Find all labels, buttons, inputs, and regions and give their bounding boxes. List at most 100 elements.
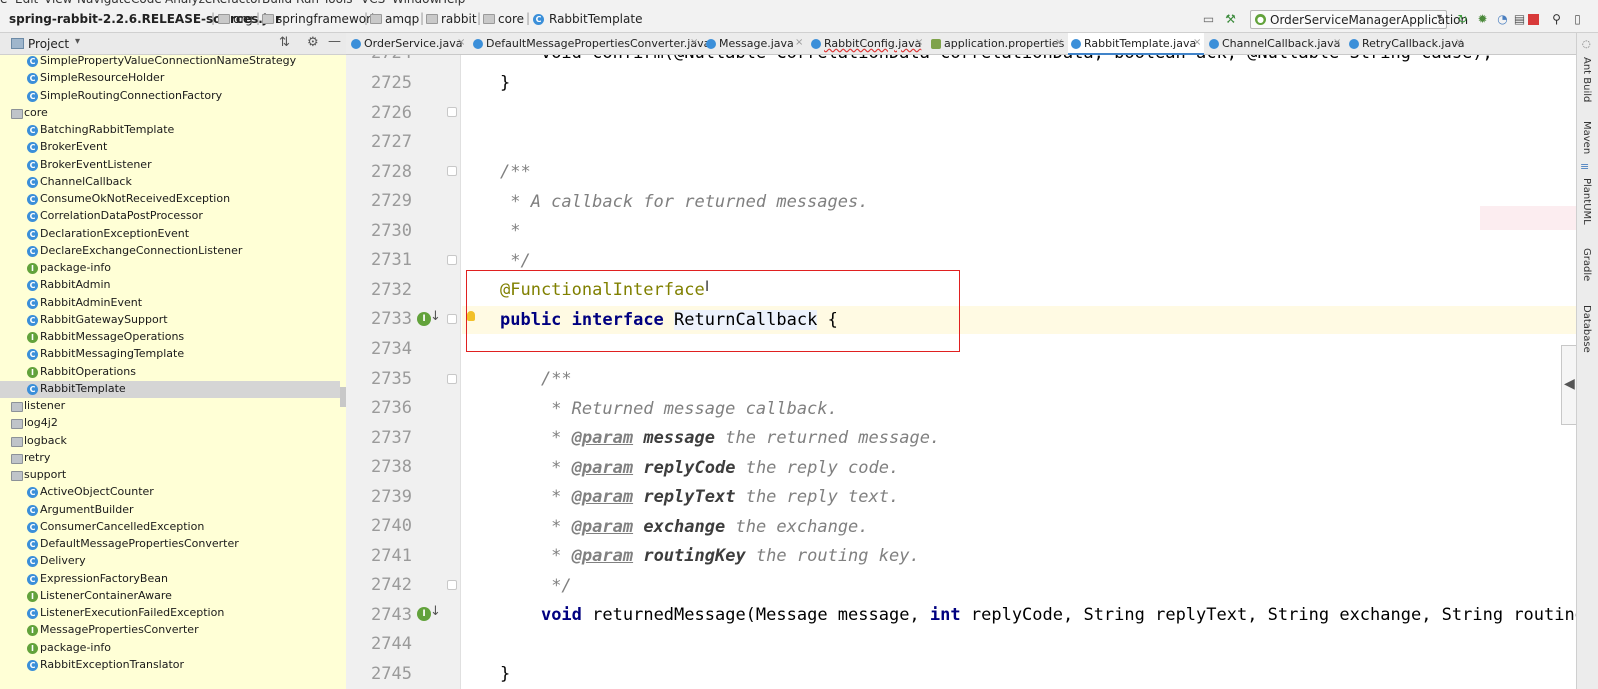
folder-icon bbox=[11, 419, 23, 429]
editor-tab[interactable]: OrderService.java × bbox=[348, 33, 468, 55]
editor-tab[interactable]: RabbitConfig.java × bbox=[808, 33, 926, 55]
close-icon[interactable]: × bbox=[1055, 37, 1063, 48]
close-icon[interactable]: × bbox=[690, 37, 698, 48]
editor-tab[interactable]: DefaultMessagePropertiesConverter.java × bbox=[470, 33, 710, 55]
tree-folder[interactable]: support bbox=[0, 467, 340, 484]
tree-item[interactable]: I RabbitMessageOperations bbox=[0, 329, 340, 346]
tree-folder[interactable]: logback bbox=[0, 433, 340, 450]
close-icon[interactable]: × bbox=[457, 37, 465, 48]
class-icon: C bbox=[27, 487, 38, 498]
tree-item[interactable]: I RabbitOperations bbox=[0, 364, 340, 381]
side-panel-toggle[interactable]: ◀ bbox=[1561, 345, 1577, 425]
editor-tab[interactable]: RabbitTemplate.java × bbox=[1068, 33, 1204, 55]
tree-item[interactable]: C RabbitExceptionTranslator bbox=[0, 657, 340, 674]
editor-tab[interactable]: RetryCallback.java × bbox=[1346, 33, 1466, 55]
fold-marker[interactable] bbox=[447, 107, 457, 117]
fold-marker[interactable] bbox=[447, 580, 457, 590]
tree-item[interactable]: C ArgumentBuilder bbox=[0, 502, 340, 519]
tree-item[interactable]: C ListenerExecutionFailedException bbox=[0, 605, 340, 622]
tree-item[interactable]: C SimpleRoutingConnectionFactory bbox=[0, 88, 340, 105]
fold-marker[interactable] bbox=[447, 166, 457, 176]
tree-item[interactable]: Ipackage-info bbox=[0, 260, 340, 277]
tree-item[interactable]: C ConsumerCancelledException bbox=[0, 519, 340, 536]
tree-folder[interactable]: core bbox=[0, 105, 340, 122]
tree-folder[interactable]: log4j2 bbox=[0, 415, 340, 432]
folder-icon bbox=[11, 437, 23, 447]
collapse-all-icon[interactable]: ⇅ bbox=[279, 35, 290, 50]
gear-icon[interactable]: ⚙ bbox=[307, 35, 319, 50]
tool-database[interactable]: Database bbox=[1581, 305, 1592, 353]
close-icon[interactable]: × bbox=[1333, 37, 1341, 48]
close-icon[interactable]: × bbox=[915, 37, 923, 48]
stop-icon[interactable] bbox=[1528, 14, 1539, 25]
run-configuration-select[interactable]: ● OrderServiceManagerApplication ▾ bbox=[1250, 10, 1468, 29]
tree-item[interactable]: C BatchingRabbitTemplate bbox=[0, 122, 340, 139]
minimize-icon[interactable]: — bbox=[328, 34, 341, 49]
tree-item[interactable]: C Delivery bbox=[0, 553, 340, 570]
tree-item[interactable]: C RabbitMessagingTemplate bbox=[0, 346, 340, 363]
implemented-method-icon[interactable]: I bbox=[417, 607, 431, 621]
rerun-icon[interactable]: ↻ bbox=[1456, 13, 1469, 26]
breadcrumb-core[interactable]: core bbox=[498, 12, 524, 26]
tree-item[interactable]: C BrokerEventListener bbox=[0, 157, 340, 174]
tab-label: DefaultMessagePropertiesConverter.java bbox=[486, 37, 711, 50]
tree-item[interactable]: C RabbitTemplate bbox=[0, 381, 340, 398]
code-editor[interactable]: 2724 2725 2726 2727 2728 2729 2730 2731 2732 2733… bbox=[346, 55, 1576, 689]
tree-item[interactable]: C DefaultMessagePropertiesConverter bbox=[0, 536, 340, 553]
class-icon: C bbox=[27, 142, 38, 153]
search-icon[interactable]: ⚲ bbox=[1550, 13, 1563, 26]
editor-tab[interactable]: application.properties × bbox=[928, 33, 1066, 55]
fold-marker[interactable] bbox=[447, 255, 457, 265]
close-icon[interactable]: × bbox=[1455, 37, 1463, 48]
breadcrumb-amqp[interactable]: amqp bbox=[385, 12, 419, 26]
close-icon[interactable]: × bbox=[1193, 37, 1201, 48]
tree-item[interactable]: C RabbitAdminEvent bbox=[0, 295, 340, 312]
build-hammer-icon[interactable]: ⚒ bbox=[1224, 13, 1237, 26]
editor-gutter: 2724 2725 2726 2727 2728 2729 2730 2731 2732 2733… bbox=[346, 55, 461, 689]
debug-icon[interactable]: ✹ bbox=[1476, 13, 1489, 26]
tree-item[interactable]: C ActiveObjectCounter bbox=[0, 484, 340, 501]
coverage-icon[interactable]: ◔ bbox=[1496, 13, 1509, 26]
tree-item[interactable]: C BrokerEvent bbox=[0, 139, 340, 156]
folder-icon bbox=[11, 109, 23, 119]
project-panel-title[interactable]: Project bbox=[28, 37, 69, 51]
tree-item[interactable]: Ipackage-info bbox=[0, 640, 340, 657]
fold-marker[interactable] bbox=[447, 314, 457, 324]
tree-item[interactable]: C SimplePropertyValueConnectionNameStrate… bbox=[0, 55, 340, 70]
tree-item[interactable]: C ConsumeOkNotReceivedException bbox=[0, 191, 340, 208]
editor-tab[interactable]: ChannelCallback.java × bbox=[1206, 33, 1344, 55]
tree-folder[interactable]: retry bbox=[0, 450, 340, 467]
arrow-down-icon[interactable]: ↓ bbox=[430, 309, 441, 324]
tree-item[interactable]: C RabbitAdmin bbox=[0, 277, 340, 294]
tree-item[interactable]: C ChannelCallback bbox=[0, 174, 340, 191]
tree-folder[interactable]: listener bbox=[0, 398, 340, 415]
folder-icon bbox=[11, 454, 23, 464]
breadcrumb-springframework[interactable]: springframework bbox=[276, 12, 378, 26]
fold-marker[interactable] bbox=[447, 374, 457, 384]
tool-maven[interactable]: Maven bbox=[1581, 121, 1592, 154]
editor-tab[interactable]: Message.java × bbox=[703, 33, 806, 55]
tree-item[interactable]: C DeclarationExceptionEvent bbox=[0, 226, 340, 243]
tree-item[interactable]: C SimpleResourceHolder bbox=[0, 70, 340, 87]
tree-item[interactable]: I MessagePropertiesConverter bbox=[0, 622, 340, 639]
profile-icon[interactable]: ▤ bbox=[1513, 13, 1526, 26]
tool-plantuml[interactable]: PlantUML bbox=[1581, 178, 1592, 225]
breadcrumb-rabbit[interactable]: rabbit bbox=[441, 12, 477, 26]
tool-gradle[interactable]: Gradle bbox=[1581, 248, 1592, 281]
more-icon[interactable]: ▯ bbox=[1571, 13, 1584, 26]
close-icon[interactable]: × bbox=[795, 37, 803, 48]
tree-item[interactable]: I ListenerContainerAware bbox=[0, 588, 340, 605]
chevron-down-icon[interactable]: ▾ bbox=[75, 36, 80, 47]
tree-item[interactable]: C DeclareExchangeConnectionListener bbox=[0, 243, 340, 260]
layout-icon[interactable]: ▭ bbox=[1202, 13, 1215, 26]
implemented-interface-icon[interactable]: I bbox=[417, 312, 431, 326]
line-number: 2739 bbox=[371, 487, 412, 507]
breadcrumb-rabbittemplate[interactable]: RabbitTemplate bbox=[549, 12, 642, 26]
arrow-down-icon[interactable]: ↓ bbox=[430, 604, 441, 619]
tree-item[interactable]: C CorrelationDataPostProcessor bbox=[0, 208, 340, 225]
class-icon: C bbox=[27, 349, 38, 360]
breadcrumb-org[interactable]: org bbox=[233, 12, 253, 26]
tree-item[interactable]: C ExpressionFactoryBean bbox=[0, 571, 340, 588]
tool-ant-build[interactable]: Ant Build bbox=[1581, 57, 1592, 102]
tree-item[interactable]: C RabbitGatewaySupport bbox=[0, 312, 340, 329]
